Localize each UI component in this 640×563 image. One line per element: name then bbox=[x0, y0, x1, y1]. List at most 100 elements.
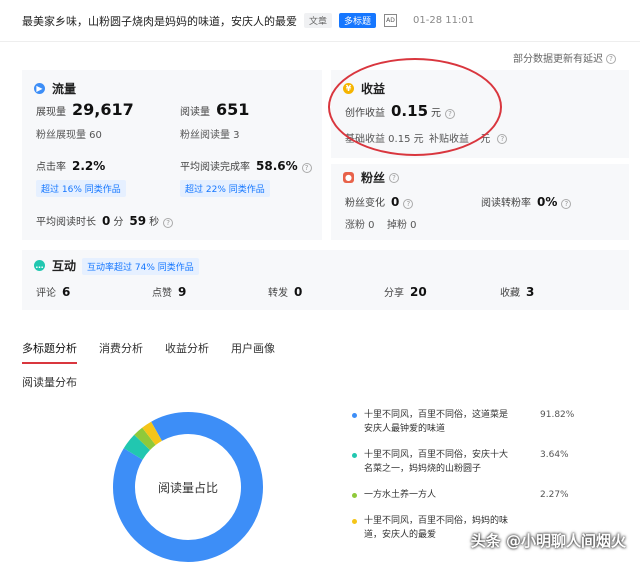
impressions-value: 29,617 bbox=[72, 100, 134, 119]
earnings-card: ¥ 收益 创作收益 0.15 元 ? 基础收益 0.15 元 补贴收益 元 ? bbox=[331, 70, 629, 158]
subsidy-earnings-unit: 元 bbox=[480, 134, 491, 145]
fans-gained: 涨粉 0 bbox=[345, 220, 375, 231]
help-icon[interactable]: ? bbox=[497, 134, 508, 144]
favorites-label: 收藏 bbox=[500, 288, 520, 299]
fans-title-text: 粉丝 bbox=[361, 171, 386, 185]
reposts-metric: 转发 0 bbox=[268, 284, 302, 299]
tab-earnings[interactable]: 收益分析 bbox=[165, 340, 209, 364]
legend-item: 十里不同风，百里不同俗，安庆十大名菜之一，妈妈烧的山粉圆子 3.64% bbox=[352, 448, 602, 476]
fans-card: ● 粉丝 ? 粉丝变化 0 ? 阅读转粉率 0% ? 涨粉 0 掉粉 0 bbox=[331, 164, 629, 240]
impressions-label: 展现量 bbox=[36, 107, 66, 118]
comments-metric: 评论 6 bbox=[36, 284, 70, 299]
completion-value: 58.6% bbox=[256, 159, 298, 173]
tab-user-profile[interactable]: 用户画像 bbox=[231, 340, 275, 364]
reads-value: 651 bbox=[216, 100, 250, 119]
seconds-unit: 秒 bbox=[149, 217, 160, 228]
creation-earnings-value: 0.15 bbox=[391, 102, 429, 120]
completion-badge: 超过 22% 同类作品 bbox=[180, 180, 270, 197]
favorites-value: 3 bbox=[526, 285, 535, 299]
ad-icon: AD bbox=[384, 14, 398, 27]
data-delay-note: 部分数据更新有延迟? bbox=[513, 50, 616, 65]
traffic-title: ▶ 流量 bbox=[34, 80, 76, 97]
tab-consumption[interactable]: 消费分析 bbox=[99, 340, 143, 364]
help-icon[interactable]: ? bbox=[445, 109, 456, 119]
article-title[interactable]: 最美家乡味，山粉圆子烧肉是妈妈的味道，安庆人的最爱 bbox=[22, 13, 297, 29]
creation-earnings-unit: 元 bbox=[431, 108, 442, 119]
favorites-metric: 收藏 3 bbox=[500, 284, 534, 299]
analysis-tabs: 多标题分析 消费分析 收益分析 用户画像 bbox=[22, 340, 297, 364]
coin-icon: ¥ bbox=[343, 83, 354, 94]
avg-read-time-metric: 平均阅读时长 0 分 59 秒 ? bbox=[36, 213, 174, 228]
legend-percent: 2.27% bbox=[540, 490, 569, 500]
publish-time: 01-28 11:01 bbox=[413, 15, 475, 26]
read-to-fan-label: 阅读转粉率 bbox=[481, 198, 531, 209]
traffic-title-text: 流量 bbox=[52, 82, 77, 96]
likes-metric: 点赞 9 bbox=[152, 284, 186, 299]
traffic-icon: ▶ bbox=[34, 83, 45, 94]
ctr-label: 点击率 bbox=[36, 162, 66, 173]
basic-earnings: 基础收益 0.15 元 bbox=[345, 134, 424, 145]
fans-lost: 掉粉 0 bbox=[387, 220, 417, 231]
impressions-metric: 展现量 29,617 bbox=[36, 100, 134, 119]
completion-label: 平均阅读完成率 bbox=[180, 162, 250, 173]
read-to-fan-metric: 阅读转粉率 0% ? bbox=[481, 194, 572, 209]
likes-label: 点赞 bbox=[152, 288, 172, 299]
legend-item: 一方水土养一方人 2.27% bbox=[352, 488, 602, 502]
shares-metric: 分享 20 bbox=[384, 284, 427, 299]
comments-value: 6 bbox=[62, 285, 71, 299]
completion-metric: 平均阅读完成率 58.6% ? bbox=[180, 158, 312, 173]
comments-label: 评论 bbox=[36, 288, 56, 299]
donut-center-label: 阅读量占比 bbox=[157, 480, 218, 495]
fan-change-metric: 粉丝变化 0 ? bbox=[345, 194, 414, 209]
ctr-metric: 点击率 2.2% bbox=[36, 158, 105, 173]
help-icon[interactable]: ? bbox=[163, 218, 174, 228]
tab-multi-title[interactable]: 多标题分析 bbox=[22, 340, 77, 364]
shares-label: 分享 bbox=[384, 288, 404, 299]
avg-read-time-label: 平均阅读时长 bbox=[36, 217, 96, 228]
creation-earnings-metric: 创作收益 0.15 元 ? bbox=[345, 102, 456, 120]
avg-read-time-minutes: 0 bbox=[102, 214, 111, 228]
section-label: 阅读量分布 bbox=[22, 376, 77, 389]
legend-label: 十里不同风，百里不同俗，这道菜是安庆人最钟爱的味道 bbox=[364, 410, 509, 434]
help-icon[interactable]: ? bbox=[561, 199, 572, 209]
reposts-label: 转发 bbox=[268, 288, 288, 299]
legend-dot bbox=[352, 453, 357, 458]
multi-title-tag: 多标题 bbox=[339, 13, 377, 28]
fan-change-value: 0 bbox=[391, 195, 400, 209]
reposts-value: 0 bbox=[294, 285, 303, 299]
person-icon: ● bbox=[343, 172, 354, 183]
reads-label: 阅读量 bbox=[180, 107, 210, 118]
help-icon[interactable]: ? bbox=[403, 199, 414, 209]
likes-value: 9 bbox=[178, 285, 187, 299]
legend-item: 十里不同风，百里不同俗，这道菜是安庆人最钟爱的味道 91.82% bbox=[352, 408, 602, 436]
subsidy-earnings-label: 补贴收益 bbox=[429, 134, 469, 145]
fan-change-label: 粉丝变化 bbox=[345, 198, 385, 209]
subsidy-earnings: 补贴收益 元 ? bbox=[429, 130, 508, 145]
reads-metric: 阅读量 651 bbox=[180, 100, 249, 119]
fan-impressions: 粉丝展现量 60 bbox=[36, 130, 102, 141]
legend-dot bbox=[352, 413, 357, 418]
creation-earnings-label: 创作收益 bbox=[345, 108, 385, 119]
legend-percent: 91.82% bbox=[540, 410, 575, 420]
earnings-title: ¥ 收益 bbox=[343, 80, 385, 97]
help-icon[interactable]: ? bbox=[301, 163, 312, 173]
ctr-value: 2.2% bbox=[72, 159, 106, 173]
legend-label: 一方水土养一方人 bbox=[364, 490, 437, 500]
article-header: 最美家乡味，山粉圆子烧肉是妈妈的味道，安庆人的最爱 文章 多标题 AD 01-2… bbox=[0, 0, 640, 42]
fan-reads: 粉丝阅读量 3 bbox=[180, 130, 240, 141]
help-icon[interactable]: ? bbox=[606, 54, 616, 64]
interaction-title-text: 互动 bbox=[52, 259, 77, 273]
interaction-card: … 互动 互动率超过 74% 同类作品 评论 6 点赞 9 转发 0 分享 20… bbox=[22, 250, 629, 310]
interaction-badge: 互动率超过 74% 同类作品 bbox=[82, 258, 199, 275]
data-delay-text: 部分数据更新有延迟 bbox=[513, 54, 603, 65]
chat-bubble-icon: … bbox=[34, 260, 45, 271]
ctr-badge: 超过 16% 同类作品 bbox=[36, 180, 126, 197]
shares-value: 20 bbox=[410, 285, 427, 299]
help-icon[interactable]: ? bbox=[389, 172, 400, 183]
legend-percent: 3.64% bbox=[540, 450, 569, 460]
legend-dot bbox=[352, 519, 357, 524]
legend-label: 十里不同风，百里不同俗，安庆十大名菜之一，妈妈烧的山粉圆子 bbox=[364, 450, 509, 474]
earnings-title-text: 收益 bbox=[361, 82, 386, 96]
interaction-title: … 互动 bbox=[34, 257, 76, 274]
minutes-unit: 分 bbox=[113, 217, 124, 228]
